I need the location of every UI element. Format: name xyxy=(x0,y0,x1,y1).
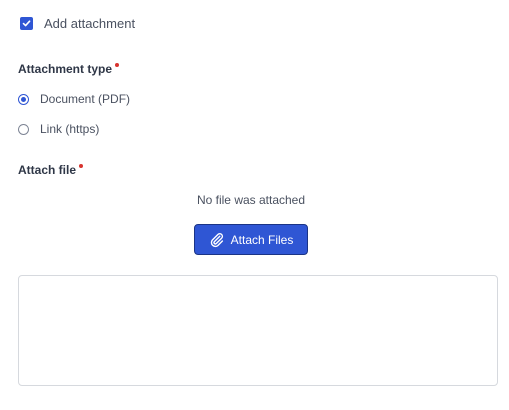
radio-option-document[interactable]: Document (PDF) xyxy=(18,92,130,106)
checkmark-icon xyxy=(22,20,31,27)
radio-selected-dot xyxy=(21,96,26,102)
attach-file-label-text: Attach file xyxy=(18,163,77,177)
link-radio-label[interactable]: Link (https) xyxy=(40,122,99,136)
attachment-type-label: Attachment type xyxy=(18,62,120,76)
no-file-status: No file was attached xyxy=(196,193,306,207)
attachment-textarea[interactable] xyxy=(18,275,498,386)
add-attachment-row[interactable]: Add attachment xyxy=(20,16,135,31)
attach-files-button[interactable]: Attach Files xyxy=(194,224,308,255)
attachment-form: Add attachment Attachment type Document … xyxy=(0,0,509,410)
required-indicator xyxy=(79,164,84,168)
document-radio[interactable] xyxy=(18,93,29,105)
link-radio[interactable] xyxy=(18,123,29,135)
add-attachment-label[interactable]: Add attachment xyxy=(44,16,135,31)
attach-files-button-label: Attach Files xyxy=(230,232,294,247)
required-indicator xyxy=(115,63,120,67)
radio-option-link[interactable]: Link (https) xyxy=(18,122,99,136)
add-attachment-checkbox[interactable] xyxy=(20,17,33,30)
attachment-type-label-text: Attachment type xyxy=(18,62,113,76)
paperclip-icon xyxy=(209,232,225,248)
attach-file-label: Attach file xyxy=(18,163,84,177)
document-radio-label[interactable]: Document (PDF) xyxy=(40,92,130,106)
